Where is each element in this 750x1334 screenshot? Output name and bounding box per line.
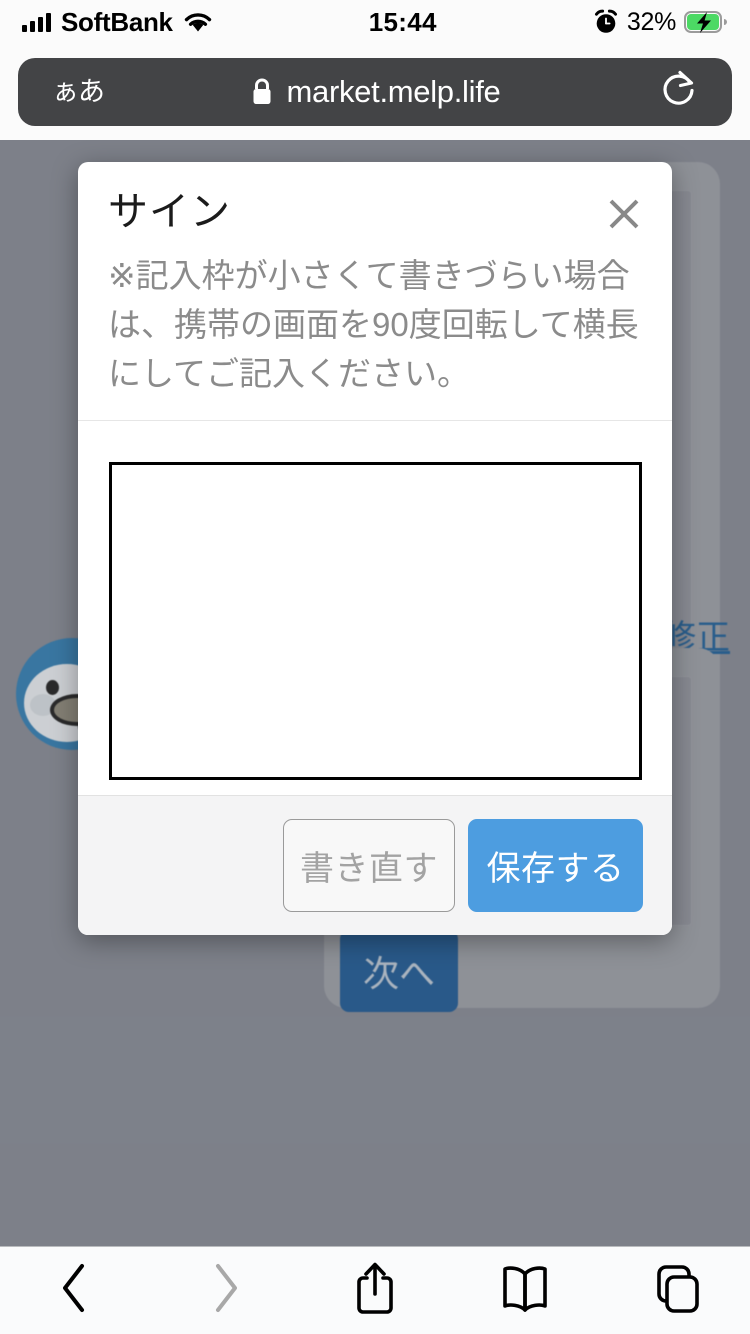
browser-url-bar-container: ぁあ market.melp.life (0, 44, 750, 140)
modal-header: サイン ※記入枠が小さくて書きづらい場合は、携帯の画面を90度回転して横長にして… (78, 162, 672, 422)
modal-footer: 書き直す 保存する (78, 795, 672, 935)
url-text: market.melp.life (286, 74, 501, 109)
close-icon[interactable] (598, 188, 650, 240)
tabs-button[interactable] (620, 1256, 730, 1326)
share-icon (351, 1259, 399, 1322)
signature-modal: サイン ※記入枠が小さくて書きづらい場合は、携帯の画面を90度回転して横長にして… (78, 162, 672, 935)
chevron-right-icon (208, 1260, 242, 1321)
clock-label: 15:44 (368, 6, 437, 37)
browser-toolbar (0, 1246, 750, 1334)
clear-signature-button[interactable]: 書き直す (283, 819, 455, 912)
tabs-icon (649, 1261, 701, 1320)
battery-charging-icon (684, 10, 728, 34)
share-button[interactable] (320, 1256, 430, 1326)
book-icon (498, 1262, 552, 1319)
cellular-bars-icon (22, 12, 51, 32)
modal-title: サイン (108, 190, 231, 234)
iphone-screen: 修正 次へ サイン ※記入枠が小さくて書きづらい場合は、携帯の画面を90度回転し… (0, 0, 750, 1334)
chevron-left-icon (58, 1260, 92, 1321)
bookmarks-button[interactable] (470, 1256, 580, 1326)
carrier-label: SoftBank (61, 7, 173, 37)
battery-percent-label: 32% (626, 7, 676, 36)
lock-icon (250, 77, 274, 107)
signature-canvas[interactable] (108, 462, 642, 781)
alarm-clock-icon (593, 9, 619, 35)
reload-icon[interactable] (660, 69, 698, 116)
wifi-icon (183, 11, 213, 33)
modal-description: ※記入枠が小さくて書きづらい場合は、携帯の画面を90度回転して横長にしてご記入く… (108, 257, 639, 392)
forward-button[interactable] (170, 1256, 280, 1326)
status-bar: SoftBank 15:44 32% (0, 0, 750, 44)
save-signature-button[interactable]: 保存する (468, 819, 643, 912)
back-button[interactable] (20, 1256, 130, 1326)
modal-body (78, 421, 672, 795)
url-bar[interactable]: ぁあ market.melp.life (18, 58, 732, 126)
